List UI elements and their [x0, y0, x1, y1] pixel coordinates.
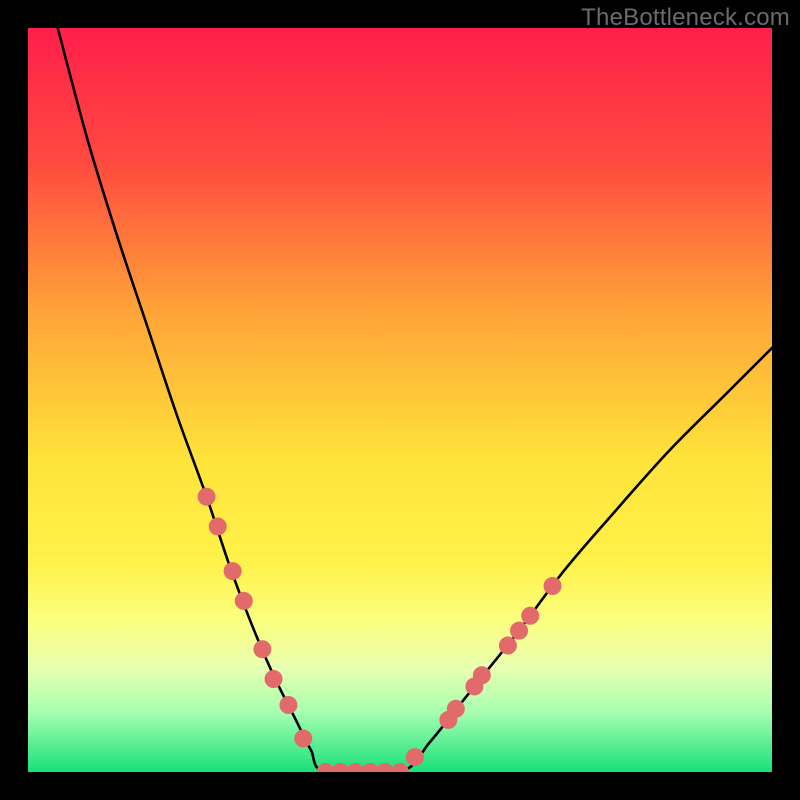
data-point: [198, 488, 216, 506]
watermark-text: TheBottleneck.com: [581, 4, 790, 32]
data-point: [209, 517, 227, 535]
data-point: [447, 700, 465, 718]
data-point: [544, 577, 562, 595]
data-point: [224, 562, 242, 580]
data-point: [473, 666, 491, 684]
data-point: [279, 696, 297, 714]
gradient-background: [28, 28, 772, 772]
data-point: [406, 748, 424, 766]
data-point: [521, 607, 539, 625]
data-point: [253, 640, 271, 658]
chart-frame: [28, 28, 772, 772]
data-point: [294, 730, 312, 748]
chart-svg: [28, 28, 772, 772]
data-point: [499, 637, 517, 655]
data-point: [265, 670, 283, 688]
data-point: [510, 622, 528, 640]
data-point: [235, 592, 253, 610]
